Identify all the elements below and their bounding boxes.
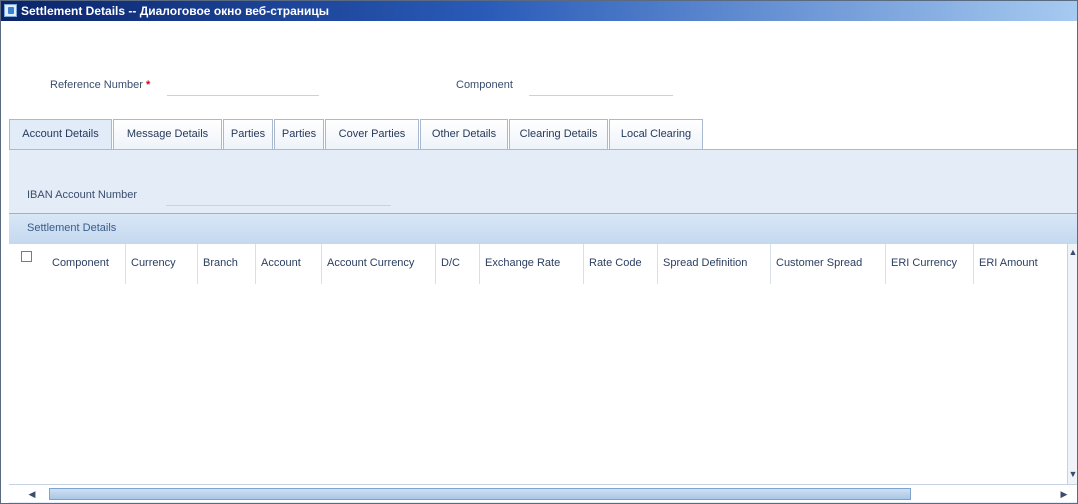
- scroll-down-icon[interactable]: ▼: [1068, 468, 1077, 480]
- component-label: Component: [456, 79, 513, 91]
- column-component[interactable]: Component: [47, 244, 126, 284]
- settlement-grid-column-header: Component Currency Branch Account Accoun…: [9, 244, 1067, 284]
- column-account-currency[interactable]: Account Currency: [322, 244, 436, 284]
- reference-number-label: Reference Number *: [50, 79, 150, 91]
- required-marker: *: [146, 79, 151, 91]
- iban-account-number-label: IBAN Account Number: [27, 189, 138, 201]
- settlement-details-grid-header: Settlement Details: [9, 213, 1077, 244]
- tab-clearing-details[interactable]: Clearing Details: [509, 119, 608, 149]
- scroll-right-icon[interactable]: ▶: [1059, 488, 1069, 500]
- reference-number-input[interactable]: [167, 81, 319, 96]
- column-eri-amount[interactable]: ERI Amount: [974, 244, 1058, 284]
- title-bar: Settlement Details -- Диалоговое окно ве…: [1, 1, 1077, 21]
- column-dc[interactable]: D/C: [436, 244, 480, 284]
- horizontal-scroll-thumb[interactable]: [49, 488, 911, 500]
- window-title: Settlement Details -- Диалоговое окно ве…: [21, 4, 330, 18]
- scroll-up-icon[interactable]: ▲: [1068, 246, 1077, 258]
- column-account[interactable]: Account: [256, 244, 322, 284]
- iban-account-number-input[interactable]: [166, 191, 391, 206]
- reference-number-label-text: Reference Number: [50, 79, 143, 91]
- settlement-grid-body: [9, 284, 1067, 484]
- window-app-icon: [4, 4, 17, 17]
- scroll-left-icon[interactable]: ◀: [27, 488, 37, 500]
- select-all-checkbox[interactable]: [21, 251, 32, 262]
- tab-cover-parties[interactable]: Cover Parties: [325, 119, 419, 149]
- vertical-scrollbar[interactable]: ▲ ▼: [1067, 244, 1077, 484]
- tab-account-details[interactable]: Account Details: [9, 119, 112, 149]
- horizontal-scrollbar[interactable]: ◀ ▶: [9, 484, 1077, 502]
- tab-message-details[interactable]: Message Details: [113, 119, 222, 149]
- column-spread-definition[interactable]: Spread Definition: [658, 244, 771, 284]
- column-rate-code[interactable]: Rate Code: [584, 244, 658, 284]
- tab-local-clearing[interactable]: Local Clearing: [609, 119, 703, 149]
- column-branch[interactable]: Branch: [198, 244, 256, 284]
- column-exchange-rate[interactable]: Exchange Rate: [480, 244, 584, 284]
- tab-parties-2[interactable]: Parties: [274, 119, 324, 149]
- tab-other-details[interactable]: Other Details: [420, 119, 508, 149]
- dialog-window: Settlement Details -- Диалоговое окно ве…: [0, 0, 1078, 504]
- component-input[interactable]: [529, 81, 673, 96]
- column-customer-spread[interactable]: Customer Spread: [771, 244, 886, 284]
- settlement-details-title: Settlement Details: [27, 222, 117, 234]
- column-eri-currency[interactable]: ERI Currency: [886, 244, 974, 284]
- column-currency[interactable]: Currency: [126, 244, 198, 284]
- tab-parties-1[interactable]: Parties: [223, 119, 273, 149]
